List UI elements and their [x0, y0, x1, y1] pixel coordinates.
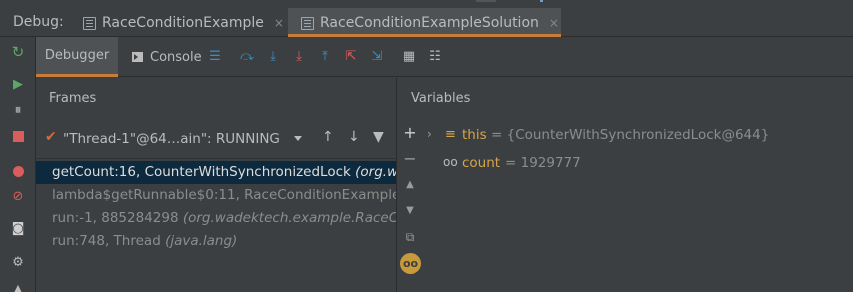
frame-package: (org.w: [355, 164, 396, 180]
gear-icon[interactable]: ⚙: [11, 255, 25, 269]
tab-console-label: Console: [150, 49, 202, 65]
tab-console[interactable]: Console: [132, 37, 202, 77]
frame-method: run:748, Thread: [52, 233, 166, 249]
variable-value: = {CounterWithSynchronizedLock@644}: [491, 127, 770, 143]
frame-item[interactable]: run:748, Thread (java.lang): [36, 230, 396, 253]
tab-race-condition-example[interactable]: RaceConditionExample ×: [83, 9, 284, 37]
pause-icon[interactable]: ⏸: [11, 103, 25, 117]
step-out-icon[interactable]: ⤒: [318, 50, 332, 64]
move-up-icon[interactable]: ▲: [403, 178, 417, 192]
view-breakpoints-icon[interactable]: [11, 164, 25, 178]
filter-icon[interactable]: ▼: [373, 129, 384, 145]
tab-debugger[interactable]: Debugger: [36, 37, 118, 77]
frame-item[interactable]: lambda$getRunnable$0:11, RaceConditionEx…: [36, 184, 396, 207]
variables-toolbar: + − ▲ ▼ ⧉ oo: [396, 78, 422, 292]
frames-list: getCount:16, CounterWithSynchronizedLock…: [36, 158, 396, 292]
window-edge-fragment: [476, 0, 496, 2]
tab-label: RaceConditionExampleSolution: [320, 15, 539, 31]
debug-tab-bar: Debug: RaceConditionExample × RaceCondit…: [0, 0, 853, 37]
close-icon[interactable]: ×: [274, 16, 284, 30]
check-icon: ✔: [45, 129, 57, 145]
copy-icon[interactable]: ⧉: [403, 230, 417, 244]
window-edge-fragment: [540, 0, 543, 2]
debugger-toolbar: Debugger Console ☰ ⤼ ⤓ ⤓ ⤒ ⇱ ⇲ ▦ ☷: [36, 37, 853, 77]
frame-package: (java.lang): [165, 233, 238, 249]
watch-icon: oo: [443, 155, 458, 169]
tab-label: RaceConditionExample: [102, 15, 264, 31]
frame-package: (org.wadektech.example.RaceCon: [182, 210, 396, 226]
console-icon: [132, 52, 143, 62]
add-watch-icon[interactable]: +: [403, 125, 417, 141]
remove-watch-icon[interactable]: −: [403, 151, 417, 167]
step-into-icon[interactable]: ⤓: [292, 50, 306, 64]
file-icon: [83, 16, 96, 30]
chevron-down-icon[interactable]: [294, 136, 302, 141]
thread-name: "Thread-1"@64…ain": RUNNING: [63, 131, 280, 147]
tab-race-condition-example-solution[interactable]: RaceConditionExampleSolution ×: [301, 9, 559, 37]
arrow-down-icon[interactable]: ↓: [348, 129, 360, 145]
watches-toggle-icon[interactable]: oo: [400, 253, 421, 274]
stop-icon[interactable]: [11, 129, 25, 143]
move-down-icon[interactable]: ▼: [403, 204, 417, 218]
frames-panel: Frames ✔ "Thread-1"@64…ain": RUNNING ↑ ↓…: [36, 78, 396, 292]
debug-label: Debug:: [13, 14, 64, 30]
file-icon: [301, 16, 314, 30]
camera-icon[interactable]: ◙: [11, 221, 25, 235]
frame-item[interactable]: getCount:16, CounterWithSynchronizedLock…: [36, 161, 396, 184]
menu-icon[interactable]: ☰: [208, 50, 222, 64]
drop-frame-icon[interactable]: ⇱: [344, 50, 358, 64]
trace-icon[interactable]: ☷: [428, 50, 442, 64]
evaluate-expression-icon[interactable]: ▦: [402, 50, 416, 64]
debug-side-toolbar: ↻ ▶ ⏸ ⊘ ◙ ⚙ ▲: [0, 37, 36, 292]
frame-method: lambda$getRunnable$0:11, RaceConditionEx…: [52, 187, 396, 203]
frames-title: Frames: [49, 91, 97, 106]
thread-selector[interactable]: ✔ "Thread-1"@64…ain": RUNNING ↑ ↓ ▼: [36, 125, 396, 153]
tab-debugger-label: Debugger: [44, 48, 110, 63]
close-icon[interactable]: ×: [549, 16, 559, 30]
variable-name: this: [462, 127, 487, 143]
frame-method: run:-1, 885284298: [52, 210, 183, 226]
step-over-icon[interactable]: ⤓: [266, 50, 280, 64]
field-icon: ≡: [445, 127, 456, 142]
show-execution-point-icon[interactable]: ⤼: [240, 50, 254, 64]
variable-name: count: [462, 155, 501, 171]
frame-method: getCount:16, CounterWithSynchronizedLock: [52, 164, 356, 180]
mute-breakpoints-icon[interactable]: ⊘: [11, 189, 25, 203]
variables-panel: Variables › ≡ this = {CounterWithSynchro…: [411, 78, 853, 292]
rerun-icon[interactable]: ↻: [11, 44, 25, 59]
variable-value: = 1929777: [505, 155, 581, 171]
chevron-right-icon[interactable]: ›: [427, 127, 432, 141]
resume-icon[interactable]: ▶: [11, 77, 25, 91]
frame-item[interactable]: run:-1, 885284298 (org.wadektech.example…: [36, 207, 396, 230]
arrow-up-icon[interactable]: ↑: [322, 129, 334, 145]
variables-title: Variables: [411, 91, 471, 106]
run-to-cursor-icon[interactable]: ⇲: [370, 50, 384, 64]
pin-icon[interactable]: ▲: [11, 281, 25, 292]
